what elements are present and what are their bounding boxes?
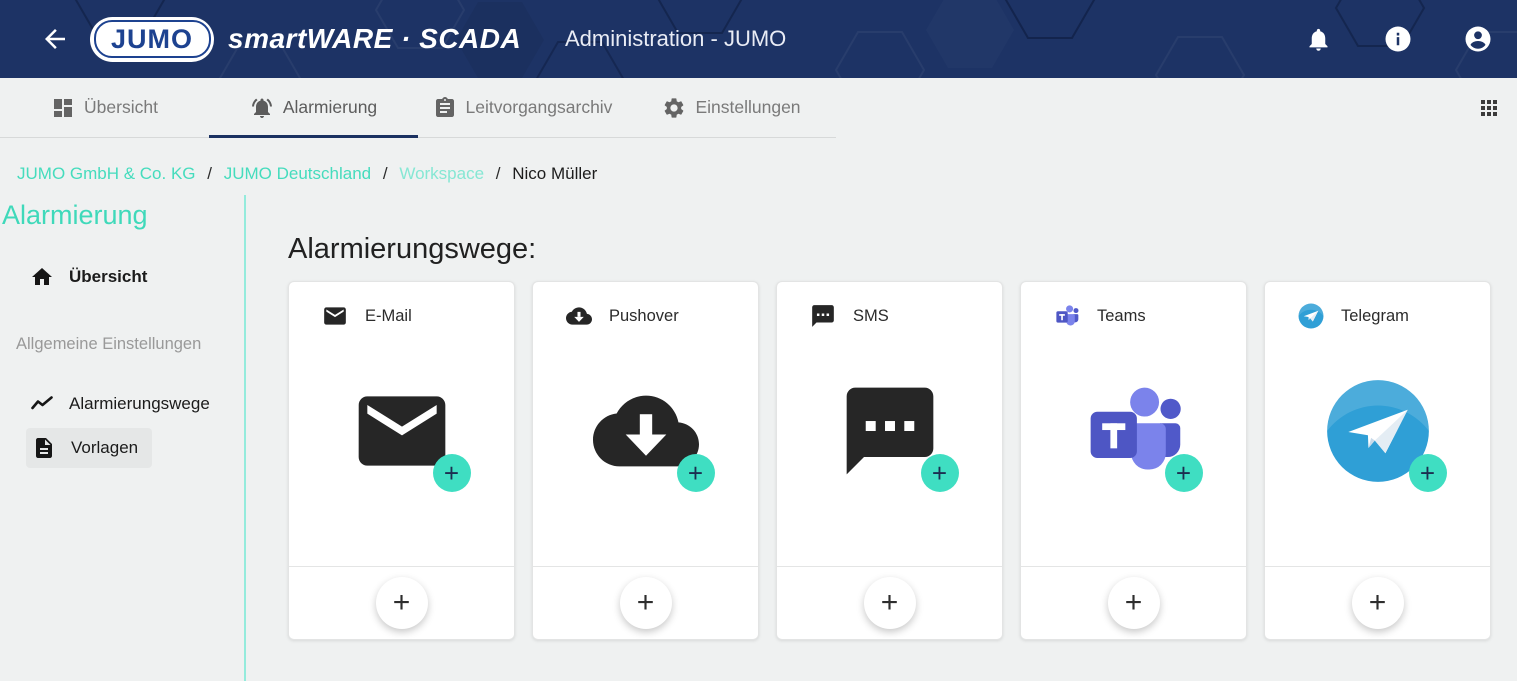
breadcrumb-current-user: Nico Müller: [512, 164, 597, 183]
card-label: E-Mail: [365, 307, 412, 326]
add-pushover-button[interactable]: +: [620, 577, 672, 629]
breadcrumb-organization[interactable]: JUMO Deutschland: [224, 164, 371, 183]
card-email[interactable]: E-Mail + +: [288, 281, 515, 640]
document-icon: [32, 436, 56, 460]
header-actions: [1303, 0, 1493, 78]
card-label: Teams: [1097, 307, 1146, 326]
add-channel-badge[interactable]: +: [921, 454, 959, 492]
tab-label: Einstellungen: [695, 97, 800, 118]
add-email-button[interactable]: +: [376, 577, 428, 629]
line-chart-icon: [30, 392, 54, 416]
sidebar-item-vorlagen[interactable]: Vorlagen: [26, 428, 152, 468]
tab-label: Leitvorgangsarchiv: [466, 97, 613, 118]
card-label: Telegram: [1341, 307, 1409, 326]
page-title: Administration - JUMO: [565, 26, 786, 52]
tab-alarmierung[interactable]: Alarmierung: [209, 78, 418, 137]
teams-icon: [1054, 303, 1080, 329]
email-icon-large: +: [349, 378, 455, 484]
alarm-bell-icon: [250, 96, 274, 120]
account-icon[interactable]: [1463, 24, 1493, 54]
cloud-download-icon: [566, 303, 592, 329]
notifications-bell-icon[interactable]: [1303, 24, 1333, 54]
card-pushover[interactable]: Pushover + +: [532, 281, 759, 640]
sidebar-title: Alarmierung: [2, 201, 244, 231]
sidebar-item-label: Vorlagen: [71, 438, 138, 458]
app-header: JUMO smartWARE · SCADA Administration - …: [0, 0, 1517, 78]
sidebar-item-label: Übersicht: [69, 267, 147, 287]
teams-icon-large: +: [1081, 378, 1187, 484]
tab-einstellungen[interactable]: Einstellungen: [627, 78, 836, 137]
info-icon[interactable]: [1383, 24, 1413, 54]
sidebar-item-uebersicht[interactable]: Übersicht: [0, 265, 244, 289]
alerting-channel-cards: E-Mail + +: [288, 281, 1517, 640]
card-telegram[interactable]: Telegram + +: [1264, 281, 1491, 640]
card-label: SMS: [853, 307, 889, 326]
tab-leitvorgangsarchiv[interactable]: Leitvorgangsarchiv: [418, 78, 627, 137]
tab-label: Übersicht: [84, 97, 158, 118]
breadcrumb-separator: /: [383, 164, 388, 183]
sidebar-section-label: Allgemeine Einstellungen: [0, 335, 244, 354]
dashboard-icon: [51, 96, 75, 120]
sms-icon: [810, 303, 836, 329]
breadcrumb-separator: /: [496, 164, 501, 183]
gear-icon: [662, 96, 686, 120]
brand-title: smartWARE · SCADA: [228, 23, 521, 55]
add-channel-badge[interactable]: +: [677, 454, 715, 492]
tab-label: Alarmierung: [283, 97, 377, 118]
clipboard-icon: [433, 96, 457, 120]
breadcrumb: JUMO GmbH & Co. KG / JUMO Deutschland / …: [0, 138, 1517, 195]
back-arrow-icon[interactable]: [40, 24, 70, 54]
breadcrumb-workspace[interactable]: Workspace: [399, 164, 484, 183]
sidebar-item-label: Alarmierungswege: [69, 394, 210, 414]
sidebar-item-alarmierungswege[interactable]: Alarmierungswege: [0, 392, 244, 416]
add-teams-button[interactable]: +: [1108, 577, 1160, 629]
telegram-icon-large: +: [1325, 378, 1431, 484]
add-channel-badge[interactable]: +: [433, 454, 471, 492]
email-icon: [322, 303, 348, 329]
jumo-logo-text: JUMO: [111, 24, 193, 55]
breadcrumb-separator: /: [207, 164, 212, 183]
breadcrumb-company[interactable]: JUMO GmbH & Co. KG: [17, 164, 196, 183]
add-channel-badge[interactable]: +: [1165, 454, 1203, 492]
home-icon: [30, 265, 54, 289]
add-telegram-button[interactable]: +: [1352, 577, 1404, 629]
jumo-logo: JUMO: [90, 17, 214, 62]
sms-icon-large: +: [837, 378, 943, 484]
telegram-icon: [1298, 303, 1324, 329]
card-label: Pushover: [609, 307, 679, 326]
apps-grid-icon[interactable]: [1477, 96, 1501, 120]
card-teams[interactable]: Teams +: [1020, 281, 1247, 640]
card-sms[interactable]: SMS + +: [776, 281, 1003, 640]
section-heading: Alarmierungswege:: [288, 233, 1517, 266]
tab-strip: Übersicht Alarmierung Leitvorgangsarchiv…: [0, 78, 1517, 138]
sidebar: Alarmierung Übersicht Allgemeine Einstel…: [0, 195, 246, 681]
main-panel: Alarmierungswege: E-Mail +: [246, 195, 1517, 681]
add-channel-badge[interactable]: +: [1409, 454, 1447, 492]
add-sms-button[interactable]: +: [864, 577, 916, 629]
cloud-download-icon-large: +: [593, 378, 699, 484]
content-area: Alarmierung Übersicht Allgemeine Einstel…: [0, 195, 1517, 681]
tab-uebersicht[interactable]: Übersicht: [0, 78, 209, 137]
